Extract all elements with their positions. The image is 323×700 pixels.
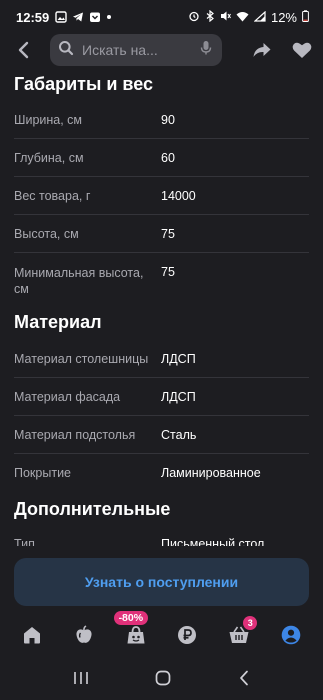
cart-count-badge: 3 — [243, 616, 258, 630]
home-circle-icon — [156, 670, 171, 685]
spec-value: Письменный стол — [161, 536, 265, 547]
home-icon — [23, 627, 40, 644]
search-icon — [58, 40, 74, 61]
spec-key: Тип — [14, 536, 35, 547]
spec-value: Ламинированное — [161, 466, 261, 480]
status-bar: 12:59 12% — [0, 0, 323, 34]
more-notifications-dot-icon — [106, 14, 112, 20]
section-title-additional: Дополнительные — [14, 498, 171, 519]
wifi-icon — [236, 10, 249, 25]
spec-row: Материал подстолья Сталь — [14, 416, 309, 454]
nav-sale[interactable]: -80% — [113, 611, 156, 655]
profile-icon — [281, 625, 301, 645]
signal-icon — [253, 10, 266, 25]
nav-finance[interactable] — [167, 615, 207, 655]
system-navigation-bar — [0, 660, 323, 700]
nav-profile[interactable] — [271, 615, 311, 655]
spec-row: Высота, см 75 — [14, 215, 309, 253]
bottom-navigation: -80% 3 — [0, 611, 323, 658]
spec-key: Материал столешницы — [14, 352, 149, 366]
back-arrow-icon — [18, 41, 29, 59]
search-input[interactable]: Искать на... — [50, 34, 222, 66]
spec-key: Вес товара, г — [14, 188, 91, 203]
sale-bag-icon — [127, 626, 145, 644]
spec-key: Ширина, см — [14, 113, 83, 127]
notify-availability-button[interactable]: Узнать о поступлении — [14, 558, 309, 606]
section-title-dimensions: Габариты и вес — [14, 73, 154, 94]
recent-apps-icon — [74, 671, 88, 684]
top-header: Искать на... — [0, 34, 323, 66]
spec-row: Материал столешницы ЛДСП — [14, 341, 309, 378]
spec-value: ЛДСП — [161, 352, 196, 366]
heart-icon — [292, 42, 312, 58]
spec-key: Высота, см — [14, 226, 79, 241]
spec-value: 75 — [161, 226, 175, 241]
nav-cart[interactable]: 3 — [219, 615, 259, 655]
product-characteristics: Габариты и вес Ширина, см 90 Глубина, см… — [0, 66, 323, 546]
spec-row: Вес товара, г 14000 — [14, 177, 309, 215]
spec-value: Сталь — [161, 427, 197, 442]
system-back-button[interactable] — [238, 670, 250, 691]
app-notification-icon — [89, 11, 101, 23]
alarm-icon — [188, 10, 200, 25]
share-icon — [253, 43, 271, 57]
section-title-material: Материал — [14, 311, 102, 332]
spec-row: Материал фасада ЛДСП — [14, 378, 309, 416]
spec-value: 90 — [161, 113, 175, 127]
ruble-icon — [178, 626, 197, 644]
sale-badge: -80% — [113, 611, 149, 625]
battery-icon — [302, 9, 309, 25]
spec-row: Минимальная высота, см 75 — [14, 253, 309, 303]
spec-row: Покрытие Ламинированное — [14, 454, 309, 492]
spec-value: 75 — [161, 265, 175, 279]
spec-key: Минимальная высота, см — [14, 266, 144, 296]
mute-icon — [220, 10, 231, 25]
spec-key: Покрытие — [14, 466, 72, 480]
back-button[interactable] — [6, 34, 42, 66]
spec-row: Тип Письменный стол — [14, 526, 309, 547]
spec-value: 14000 — [161, 188, 196, 203]
fruit-icon — [76, 625, 92, 643]
notify-availability-label: Узнать о поступлении — [84, 574, 239, 590]
microphone-icon[interactable] — [200, 40, 212, 61]
recent-apps-button[interactable] — [73, 671, 89, 690]
spec-row: Ширина, см 90 — [14, 102, 309, 139]
share-button[interactable] — [246, 34, 278, 66]
home-system-button[interactable] — [155, 670, 171, 691]
nav-catalog[interactable] — [64, 615, 104, 655]
spec-key: Материал фасада — [14, 389, 121, 404]
system-back-icon — [239, 670, 248, 685]
search-placeholder: Искать на... — [82, 42, 158, 58]
battery-percent: 12% — [270, 9, 297, 25]
gallery-notification-icon — [55, 11, 67, 23]
favorite-button[interactable] — [286, 34, 318, 66]
spec-value: ЛДСП — [161, 389, 196, 404]
bluetooth-icon — [205, 9, 215, 25]
nav-home[interactable] — [12, 615, 52, 655]
status-time: 12:59 — [16, 9, 50, 25]
spec-row: Глубина, см 60 — [14, 139, 309, 177]
telegram-icon — [72, 11, 84, 23]
spec-key: Материал подстолья — [14, 427, 136, 442]
spec-key: Глубина, см — [14, 150, 84, 165]
spec-value: 60 — [161, 150, 175, 165]
